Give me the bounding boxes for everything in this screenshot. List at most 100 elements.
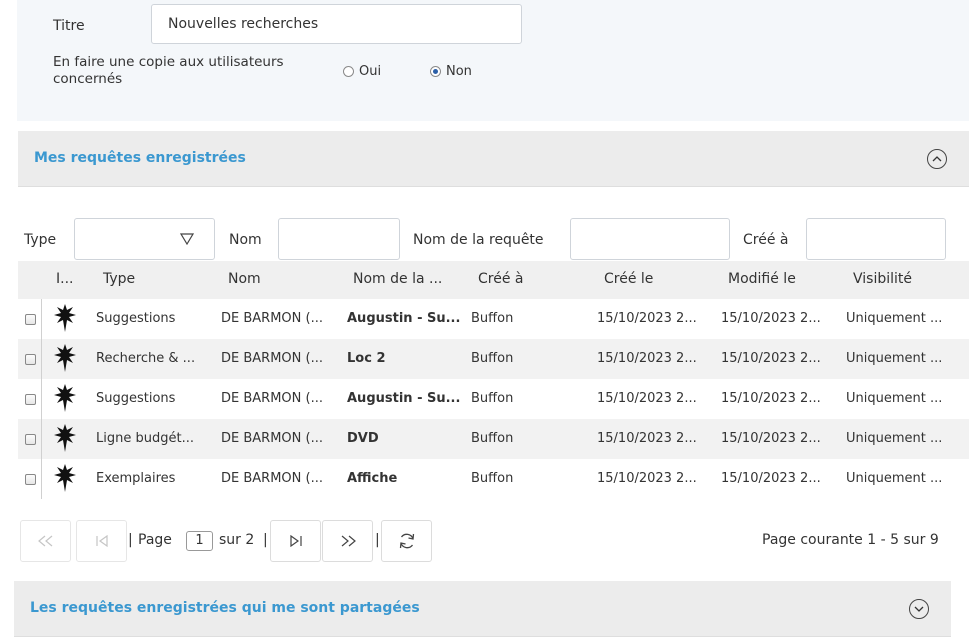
cell-nom: DE BARMON (... [221,471,323,486]
col-header-modifie-le[interactable]: Modifié le [728,271,796,287]
cell-nom: DE BARMON (... [221,311,323,326]
pager-status: Page courante 1 - 5 sur 9 [762,532,939,548]
filter-type-select[interactable] [74,218,215,260]
table-row[interactable]: Suggestions DE BARMON (... Augustin - Su..… [18,299,969,339]
filter-type-label: Type [24,232,57,248]
pager-total: sur 2 [219,532,255,548]
cell-visibilite: Uniquement ... [846,471,943,486]
cell-cree-le: 15/10/2023 2... [597,471,697,486]
cell-cree-le: 15/10/2023 2... [597,391,697,406]
ermine-icon [53,383,77,413]
col-header-cree-a[interactable]: Créé à [478,271,523,287]
column-divider [41,339,42,379]
filter-cree-a-input[interactable] [806,218,946,260]
cell-modifie-le: 15/10/2023 2... [721,351,821,366]
row-checkbox[interactable] [25,314,36,325]
cell-nom: DE BARMON (... [221,431,323,446]
cell-visibilite: Uniquement ... [846,431,943,446]
ermine-icon [53,343,77,373]
copy-label: En faire une copie aux utilisateurs conc… [53,54,284,87]
cell-type: Ligne budgét... [96,431,194,446]
refresh-button[interactable] [381,520,432,562]
last-page-icon [341,535,356,547]
filter-nom-input[interactable] [278,218,400,260]
cell-modifie-le: 15/10/2023 2... [721,391,821,406]
radio-non-dot[interactable] [430,66,441,77]
cell-cree-a: Buffon [471,351,514,366]
first-page-button[interactable] [20,520,71,562]
cell-type: Exemplaires [96,471,176,486]
cell-requete: Loc 2 [347,351,386,366]
next-page-button[interactable] [270,520,321,562]
col-header-visibilite[interactable]: Visibilité [853,271,912,287]
cell-modifie-le: 15/10/2023 2... [721,311,821,326]
title-input[interactable]: Nouvelles recherches [151,4,522,44]
row-checkbox[interactable] [25,394,36,405]
cell-cree-a: Buffon [471,311,514,326]
col-header-icon[interactable]: I... [56,271,73,287]
filter-icon [180,233,194,245]
radio-non[interactable]: Non [430,64,472,79]
cell-modifie-le: 15/10/2023 2... [721,431,821,446]
radio-oui-dot[interactable] [343,66,354,77]
cell-visibilite: Uniquement ... [846,311,943,326]
filter-nom-label: Nom [229,232,262,248]
section-shared-title: Les requêtes enregistrées qui me sont pa… [30,600,420,616]
cell-requete: Augustin - Su... [347,311,461,326]
column-divider [41,379,42,419]
cell-cree-a: Buffon [471,391,514,406]
cell-type: Suggestions [96,391,176,406]
pager-separator: | [263,532,268,548]
row-checkbox[interactable] [25,354,36,365]
next-page-icon [289,535,302,547]
section-shared-queries[interactable]: Les requêtes enregistrées qui me sont pa… [14,581,951,637]
cell-requete: Augustin - Su... [347,391,461,406]
ermine-icon [53,423,77,453]
table-row[interactable]: Exemplaires DE BARMON (... Affiche Buffon 15… [18,459,969,499]
table-row[interactable]: Recherche & ... DE BARMON (... Loc 2 Buffon… [18,339,969,379]
filter-requete-label: Nom de la requête [413,232,544,248]
chevron-down-icon[interactable] [909,599,929,619]
cell-cree-le: 15/10/2023 2... [597,311,697,326]
title-label: Titre [53,18,85,34]
prev-page-icon [95,535,108,547]
ermine-icon [53,463,77,493]
col-header-nom[interactable]: Nom [228,271,261,287]
pager-separator: | [128,532,133,548]
filter-requete-input[interactable] [570,218,730,260]
cell-nom: DE BARMON (... [221,391,323,406]
cell-cree-le: 15/10/2023 2... [597,351,697,366]
cell-cree-le: 15/10/2023 2... [597,431,697,446]
radio-oui[interactable]: Oui [343,64,381,79]
row-checkbox[interactable] [25,434,36,445]
cell-visibilite: Uniquement ... [846,351,943,366]
section-my-saved-queries[interactable]: Mes requêtes enregistrées [18,131,969,187]
table-row[interactable]: Suggestions DE BARMON (... Augustin - Su..… [18,379,969,419]
filter-cree-a-label: Créé à [743,232,789,248]
cell-requete: DVD [347,431,379,446]
column-divider [41,459,42,499]
cell-type: Suggestions [96,311,176,326]
row-checkbox[interactable] [25,474,36,485]
page-number-input[interactable]: 1 [186,531,213,551]
cell-requete: Affiche [347,471,398,486]
cell-cree-a: Buffon [471,431,514,446]
prev-page-button[interactable] [76,520,127,562]
first-page-icon [37,535,52,547]
cell-type: Recherche & ... [96,351,196,366]
col-header-requete[interactable]: Nom de la ... [353,271,442,287]
col-header-type[interactable]: Type [103,271,135,287]
pager-separator: | [375,532,380,548]
cell-modifie-le: 15/10/2023 2... [721,471,821,486]
cell-nom: DE BARMON (... [221,351,323,366]
ermine-icon [53,303,77,333]
refresh-icon [399,533,414,549]
pager-page-label: Page [138,532,172,548]
chevron-up-icon[interactable] [927,149,947,169]
column-divider [41,419,42,459]
table-row[interactable]: Ligne budgét... DE BARMON (... DVD Buffon 15… [18,419,969,459]
column-divider [41,299,42,339]
cell-visibilite: Uniquement ... [846,391,943,406]
last-page-button[interactable] [322,520,373,562]
col-header-cree-le[interactable]: Créé le [604,271,653,287]
